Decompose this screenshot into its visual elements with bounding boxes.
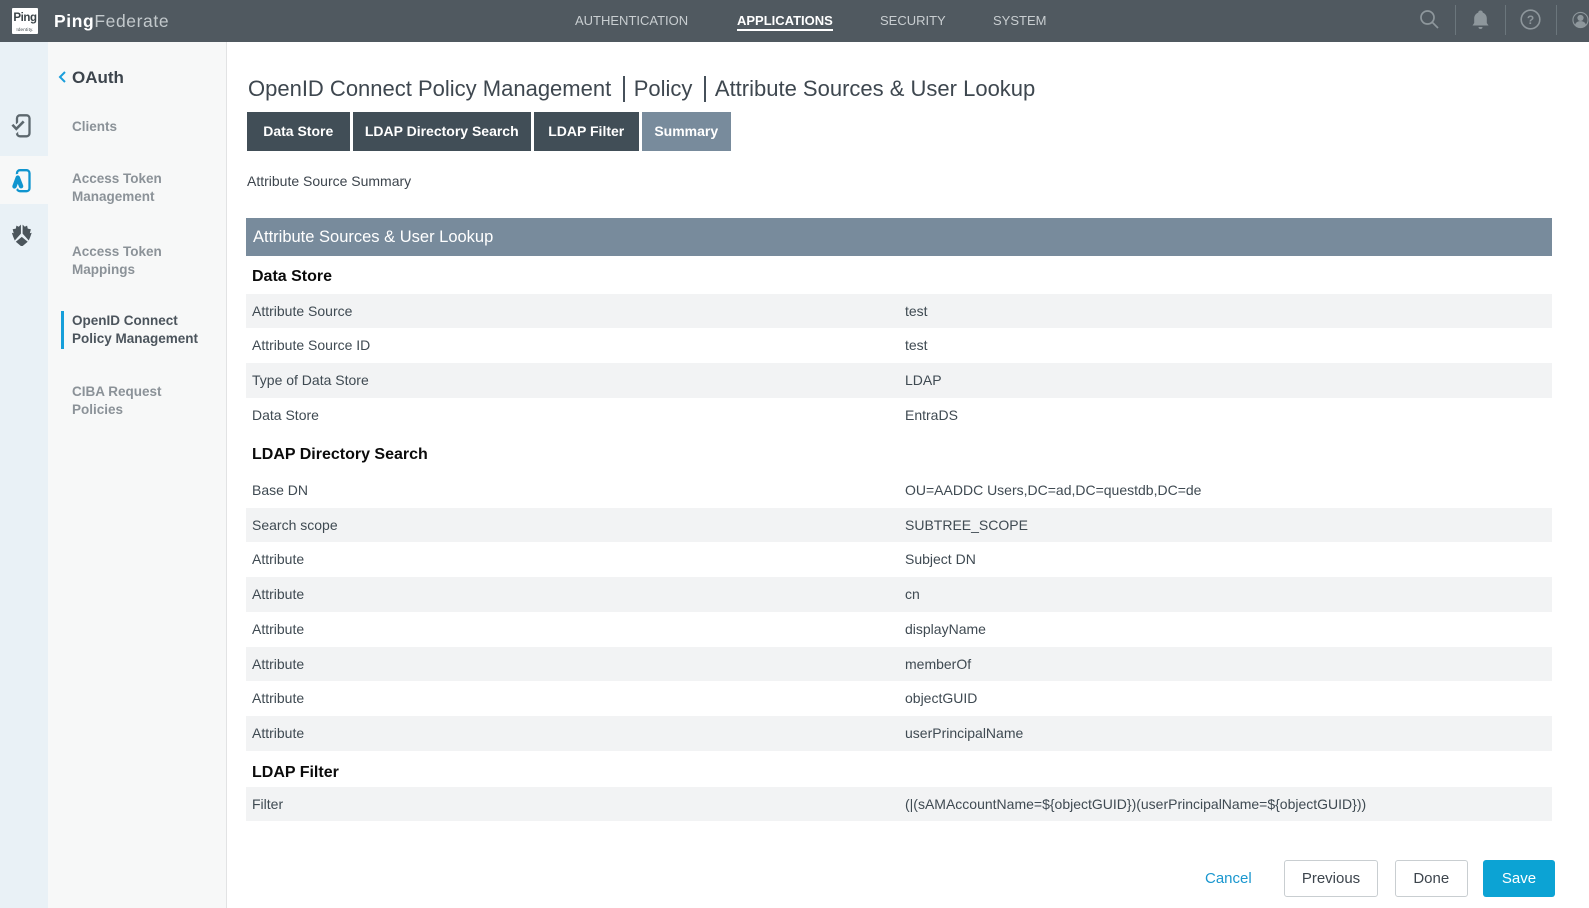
svg-text:?: ? [1527, 13, 1534, 27]
